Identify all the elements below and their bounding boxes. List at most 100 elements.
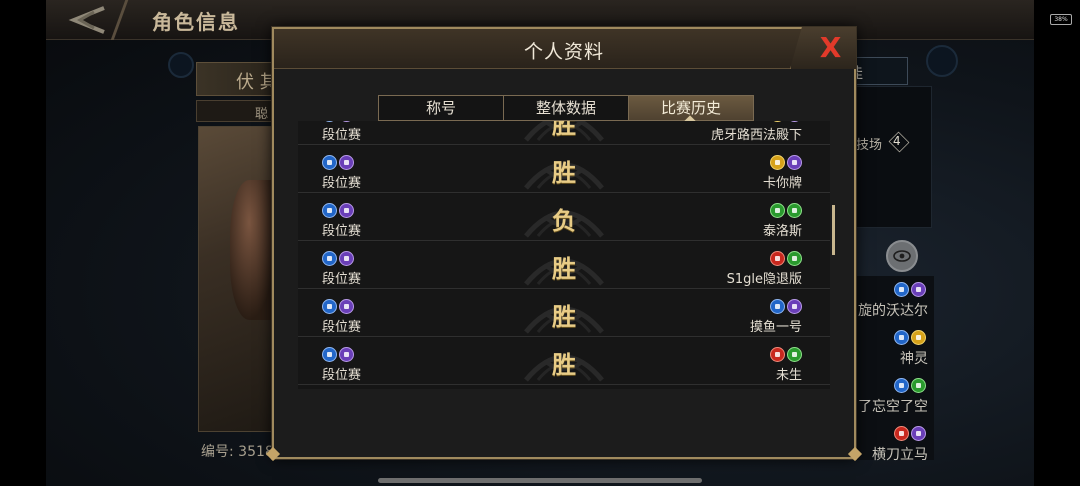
- purple-rank-icon: [911, 426, 926, 441]
- blue-rank-icon: [894, 378, 909, 393]
- match-result: 胜: [552, 350, 576, 379]
- my-deck-icons: [322, 347, 354, 362]
- match-mode: 段位赛: [322, 320, 362, 335]
- green-rank-icon: [911, 378, 926, 393]
- opponent-name: 卡你牌: [762, 176, 802, 191]
- tab-title[interactable]: 称号: [379, 96, 504, 120]
- moon-ornament-right: [926, 45, 958, 77]
- blue-class-icon: [322, 251, 337, 266]
- opponent-deck-icons: [770, 251, 802, 266]
- opponent-name: 泰洛斯: [762, 224, 802, 239]
- purple-class-icon: [339, 203, 354, 218]
- right-info-panel: [856, 86, 932, 228]
- yellow-class-icon: [770, 155, 785, 170]
- match-result: 胜: [552, 254, 576, 283]
- my-deck-icons: [322, 251, 354, 266]
- match-row[interactable]: 段位赛 胜 虎牙路西法殿下: [298, 121, 830, 145]
- moon-ornament-left: [168, 52, 194, 78]
- back-button[interactable]: [56, 2, 116, 38]
- purple-class-icon: [787, 299, 802, 314]
- blue-class-icon: [322, 347, 337, 362]
- match-result: 胜: [552, 121, 576, 139]
- close-icon: X: [819, 31, 842, 64]
- blue-class-icon: [322, 203, 337, 218]
- match-mode: 段位赛: [322, 176, 362, 191]
- purple-class-icon: [339, 121, 354, 122]
- list-icons: [894, 426, 926, 441]
- blue-class-icon: [322, 155, 337, 170]
- match-result: 胜: [552, 302, 576, 331]
- yellow-rank-icon: [911, 330, 926, 345]
- green-class-icon: [787, 347, 802, 362]
- screen-title: 角色信息: [152, 10, 240, 34]
- blue-rank-icon: [894, 282, 909, 297]
- modal-header: 个人资料 X: [274, 27, 856, 69]
- character-subtitle: 聪: [255, 107, 269, 122]
- list-item[interactable]: 了忘空了空: [858, 396, 928, 416]
- match-history-list[interactable]: 段位赛胜虎牙路西法殿下 段位赛胜卡你牌 段位赛负泰洛斯 段位赛胜 S1gle隐退版 段位赛…: [298, 121, 830, 389]
- blue-class-icon: [322, 121, 337, 122]
- my-deck-icons: [322, 155, 354, 170]
- blue-rank-icon: [894, 330, 909, 345]
- tab-match-history[interactable]: 比赛历史: [629, 96, 753, 120]
- opponent-deck-icons: [770, 155, 802, 170]
- match-mode: 段位赛: [322, 224, 362, 239]
- match-row[interactable]: 段位赛 胜卡你牌: [298, 146, 830, 193]
- character-id: 编号: 3518: [201, 444, 274, 460]
- purple-rank-icon: [911, 282, 926, 297]
- match-row[interactable]: 段位赛 胜 S1gle隐退版: [298, 242, 830, 289]
- tab-bar: 称号 整体数据 比赛历史: [378, 95, 754, 121]
- scrollbar[interactable]: [832, 205, 835, 255]
- profile-modal: 个人资料 X 称号 整体数据 比赛历史 段位赛胜虎牙路西法殿下 段位赛胜卡你牌 段位…: [265, 27, 863, 462]
- list-item[interactable]: 旋的沃达尔: [858, 300, 928, 320]
- my-deck-icons: [322, 203, 354, 218]
- match-mode: 段位赛: [322, 368, 362, 383]
- opponent-name: 虎牙路西法殿下: [710, 128, 802, 143]
- purple-class-icon: [339, 299, 354, 314]
- purple-class-icon: [339, 251, 354, 266]
- match-row[interactable]: 段位赛 胜摸鱼一号: [298, 290, 830, 337]
- blue-class-icon: [322, 299, 337, 314]
- purple-class-icon: [787, 155, 802, 170]
- list-icons: [894, 378, 926, 393]
- right-player-list: 旋的沃达尔 神灵 了忘空了空 横刀立马: [848, 276, 934, 463]
- home-indicator[interactable]: [378, 478, 702, 483]
- purple-class-icon: [339, 155, 354, 170]
- purple-class-icon: [339, 347, 354, 362]
- yellow-class-icon: [770, 121, 785, 122]
- match-result: 胜: [552, 158, 576, 187]
- opponent-deck-icons: [770, 299, 802, 314]
- battery-indicator: 38%: [1050, 14, 1072, 25]
- purple-class-icon: [787, 121, 802, 122]
- match-result: 负: [552, 206, 576, 235]
- my-deck-icons: [322, 121, 354, 122]
- opponent-deck-icons: [770, 347, 802, 362]
- green-class-icon: [787, 251, 802, 266]
- match-row[interactable]: 段位赛 负泰洛斯: [298, 194, 830, 241]
- green-class-icon: [787, 203, 802, 218]
- list-item[interactable]: 横刀立马: [872, 444, 928, 464]
- tab-overall-stats[interactable]: 整体数据: [504, 96, 629, 120]
- red-class-icon: [770, 347, 785, 362]
- close-button[interactable]: X: [790, 27, 856, 69]
- my-deck-icons: [322, 299, 354, 314]
- back-arrow-icon: [68, 6, 105, 34]
- match-row[interactable]: 段位赛 胜未生: [298, 338, 830, 385]
- list-icons: [894, 330, 926, 345]
- modal-title: 个人资料: [523, 41, 604, 63]
- list-item[interactable]: 神灵: [900, 348, 928, 368]
- green-class-icon: [770, 203, 785, 218]
- eye-icon: [893, 250, 911, 262]
- arena-count: 4: [893, 134, 901, 148]
- opponent-deck-icons: [770, 203, 802, 218]
- arena-label: 技场: [856, 138, 883, 153]
- opponent-name: S1gle隐退版: [726, 272, 802, 287]
- red-rank-icon: [894, 426, 909, 441]
- match-mode: 段位赛: [322, 128, 362, 143]
- red-class-icon: [770, 251, 785, 266]
- eye-toggle-button[interactable]: [886, 240, 918, 272]
- opponent-name: 摸鱼一号: [749, 320, 802, 335]
- portrait-detail: [230, 180, 278, 320]
- match-mode: 段位赛: [322, 272, 362, 287]
- opponent-deck-icons: [770, 121, 802, 122]
